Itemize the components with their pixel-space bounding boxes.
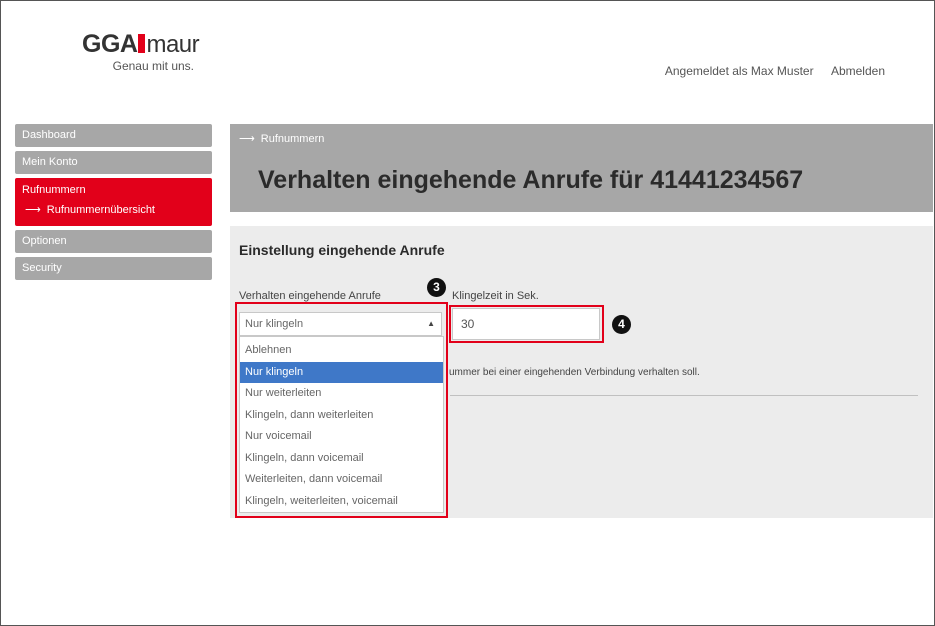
highlight-frame-ring-time [449,305,604,343]
divider [450,395,918,396]
highlight-frame-behavior [235,302,448,518]
sidebar-item-dashboard[interactable]: Dashboard [15,124,212,147]
logout-link[interactable]: Abmelden [831,64,885,78]
sidebar-item-label: Rufnummern [22,184,86,196]
sidebar-item-rufnummern[interactable]: Rufnummern ⟶ Rufnummernübersicht [15,178,212,226]
sidebar-item-security[interactable]: Security [15,257,212,280]
sidebar-subitem-rufnummernuebersicht[interactable]: ⟶ Rufnummernübersicht [22,203,212,216]
sidebar-item-optionen[interactable]: Optionen [15,230,212,253]
breadcrumb[interactable]: ⟶ Rufnummern [239,132,324,145]
sidebar: Dashboard Mein Konto Rufnummern ⟶ Rufnumm… [15,124,212,284]
section-title: Einstellung eingehende Anrufe [239,242,445,258]
callout-badge-3: 3 [427,278,446,297]
ring-time-label: Klingelzeit in Sek. [452,290,539,302]
title-band: ⟶ Rufnummern Verhalten eingehende Anrufe … [230,124,933,212]
logo-tagline: Genau mit uns. [112,59,194,73]
logo-mark-icon [138,34,146,53]
gga-maur-logo[interactable]: GGA maur Genau mit uns. [82,30,200,75]
arrow-right-icon: ⟶ [239,133,255,145]
logged-in-user: Angemeldet als Max Muster [664,64,814,78]
user-bar: Angemeldet als Max Muster Abmelden [651,64,885,78]
page-title: Verhalten eingehende Anrufe für 41441234… [258,166,804,194]
arrow-right-icon: ⟶ [25,204,41,216]
behavior-label: Verhalten eingehende Anrufe [239,290,381,302]
callout-badge-4: 4 [612,315,631,334]
logo-wordmark: GGA maur [82,30,200,58]
sidebar-item-mein-konto[interactable]: Mein Konto [15,151,212,174]
help-text: ummer bei einer eingehenden Verbindung v… [449,367,700,378]
